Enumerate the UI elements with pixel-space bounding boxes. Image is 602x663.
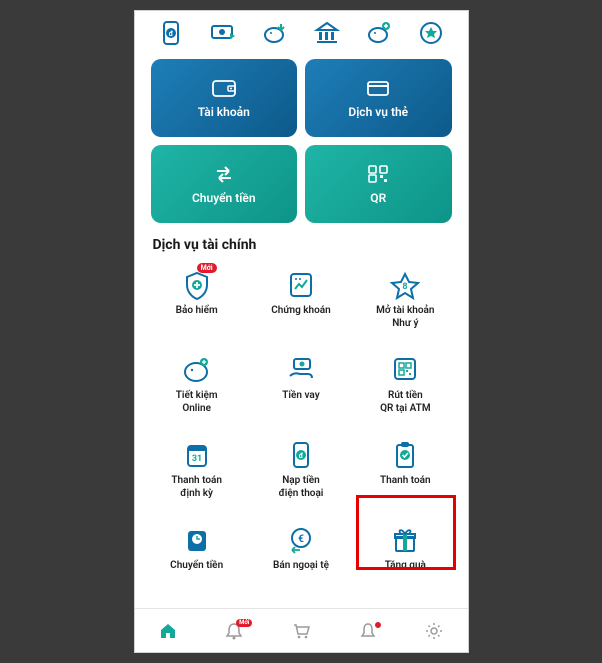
service-label: Bán ngoại tệ	[273, 560, 329, 584]
service-savings[interactable]: Tiết kiệm Online	[145, 348, 249, 419]
service-open-account[interactable]: 8 Mở tài khoản Như ý	[353, 263, 457, 334]
service-gift[interactable]: Tặng quà	[353, 518, 457, 588]
service-label: Mở tài khoản Như ý	[376, 305, 434, 330]
service-loan[interactable]: Tiền vay	[249, 348, 353, 419]
transfer-card[interactable]: Chuyển tiền	[151, 145, 298, 223]
piggy-down-icon[interactable]	[260, 19, 290, 47]
service-label: Chuyển tiền	[170, 560, 223, 584]
services-grid: Mới Bảo hiểm Chứng khoán 8 Mở tài khoản …	[135, 263, 468, 588]
piggy-save-icon	[175, 352, 219, 388]
transfer-arrows-icon	[211, 163, 237, 185]
qr-card[interactable]: QR	[305, 145, 452, 223]
service-label: Chứng khoán	[271, 305, 330, 329]
nav-dot	[374, 621, 382, 629]
service-label: Thanh toán	[380, 475, 431, 499]
qr-icon	[365, 163, 391, 185]
service-phone-topup[interactable]: đ Nạp tiền điện thoại	[249, 433, 353, 504]
svg-text:đ: đ	[299, 452, 304, 460]
wallet-icon	[211, 77, 237, 99]
service-label: Tiết kiệm Online	[176, 390, 218, 415]
nav-notifications[interactable]	[348, 621, 388, 641]
nav-home[interactable]	[148, 621, 188, 641]
bottom-nav: Mới	[135, 608, 468, 652]
card-service-card[interactable]: Dịch vụ thẻ	[305, 59, 452, 137]
service-qr-atm[interactable]: Rút tiền QR tại ATM	[353, 348, 457, 419]
app-screen: đ Tài khoản Dịch vụ thẻ Chuyển tiền	[134, 10, 469, 653]
phone-d-icon[interactable]: đ	[156, 19, 186, 47]
qr-atm-icon	[383, 352, 427, 388]
phone-topup-icon: đ	[279, 437, 323, 473]
nav-badge-new: Mới	[236, 619, 252, 627]
transfer-card-label: Chuyển tiền	[192, 191, 256, 205]
service-payment[interactable]: Thanh toán	[353, 433, 457, 504]
svg-text:31: 31	[191, 454, 201, 464]
qr-card-label: QR	[370, 191, 386, 205]
account-card[interactable]: Tài khoản	[151, 59, 298, 137]
piggy-plus-icon[interactable]	[364, 19, 394, 47]
nav-settings[interactable]	[414, 621, 454, 641]
loan-hand-icon	[279, 352, 323, 388]
service-label: Bảo hiểm	[176, 305, 218, 329]
cart-icon	[291, 621, 311, 641]
account-card-label: Tài khoản	[198, 105, 250, 119]
clipboard-check-icon	[383, 437, 427, 473]
service-label: Rút tiền QR tại ATM	[380, 390, 431, 415]
service-transfer-scheduled[interactable]: Chuyển tiền	[145, 518, 249, 588]
svg-text:đ: đ	[168, 30, 173, 38]
section-title: Dịch vụ tài chính	[135, 223, 468, 263]
star-icon: 8	[383, 267, 427, 303]
svg-text:€: €	[298, 534, 304, 545]
service-recurring-payment[interactable]: 31 Thanh toán định kỳ	[145, 433, 249, 504]
card-icon	[365, 77, 391, 99]
svg-text:8: 8	[403, 282, 408, 292]
nav-promo[interactable]: Mới	[214, 621, 254, 641]
card-service-label: Dịch vụ thẻ	[348, 105, 408, 119]
transfer-icon[interactable]	[208, 19, 238, 47]
top-shortcut-row: đ	[135, 11, 468, 59]
bank-icon[interactable]	[312, 19, 342, 47]
stocks-icon	[279, 267, 323, 303]
service-stocks[interactable]: Chứng khoán	[249, 263, 353, 334]
clock-money-icon	[175, 522, 219, 558]
service-label: Tiền vay	[282, 390, 319, 414]
nav-cart[interactable]	[281, 621, 321, 641]
service-forex[interactable]: € Bán ngoại tệ	[249, 518, 353, 588]
rewards-icon[interactable]	[416, 19, 446, 47]
gift-icon	[383, 522, 427, 558]
service-label: Nạp tiền điện thoại	[279, 475, 324, 500]
shield-plus-icon: Mới	[175, 267, 219, 303]
settings-icon	[424, 621, 444, 641]
new-badge: Mới	[197, 263, 217, 273]
home-icon	[158, 621, 178, 641]
main-cards-grid: Tài khoản Dịch vụ thẻ Chuyển tiền QR	[135, 59, 468, 223]
service-label: Tặng quà	[385, 560, 426, 584]
euro-exchange-icon: €	[279, 522, 323, 558]
calendar-icon: 31	[175, 437, 219, 473]
service-label: Thanh toán định kỳ	[171, 475, 222, 500]
service-insurance[interactable]: Mới Bảo hiểm	[145, 263, 249, 334]
